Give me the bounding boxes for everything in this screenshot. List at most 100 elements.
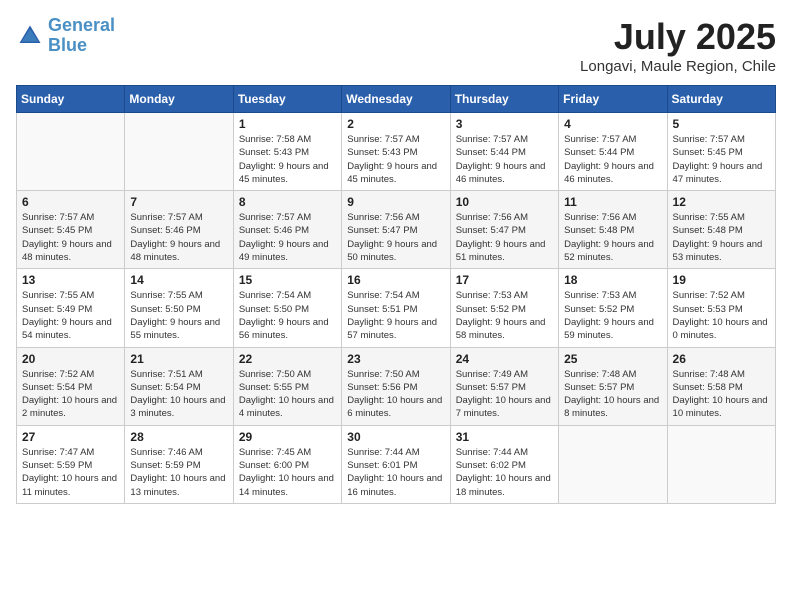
calendar-cell: 8Sunrise: 7:57 AM Sunset: 5:46 PM Daylig…: [233, 191, 341, 269]
calendar-cell: [125, 113, 233, 191]
logo-icon: [16, 22, 44, 50]
day-info: Sunrise: 7:44 AM Sunset: 6:02 PM Dayligh…: [456, 446, 553, 499]
calendar-cell: 28 Sunrise: 7:46 AM Sunset: 5:59 PM Dayli…: [125, 425, 233, 503]
day-number: 15: [239, 273, 336, 287]
calendar-cell: [667, 425, 775, 503]
calendar-week-row: 13 Sunrise: 7:55 AM Sunset: 5:49 PM Dayli…: [17, 269, 776, 347]
calendar-day-header: Tuesday: [233, 86, 341, 113]
calendar-cell: 11 Sunrise: 7:56 AM Sunset: 5:48 PM Dayli…: [559, 191, 667, 269]
title-area: July 2025 Longavi, Maule Region, Chile: [580, 16, 776, 75]
day-number: 13: [22, 273, 119, 287]
page-header: General Blue July 2025 Longavi, Maule Re…: [16, 16, 776, 75]
day-number: 29: [239, 430, 336, 444]
day-number: 23: [347, 352, 444, 366]
calendar-week-row: 6 Sunrise: 7:57 AM Sunset: 5:45 PM Daylig…: [17, 191, 776, 269]
month-title: July 2025: [580, 16, 776, 58]
day-info: Sunrise: 7:48 AM Sunset: 5:58 PM Dayligh…: [673, 368, 770, 421]
calendar-cell: 1 Sunrise: 7:58 AM Sunset: 5:43 PM Daylig…: [233, 113, 341, 191]
calendar-cell: 31Sunrise: 7:44 AM Sunset: 6:02 PM Dayli…: [450, 425, 558, 503]
day-number: 14: [130, 273, 227, 287]
day-info: Sunrise: 7:51 AM Sunset: 5:54 PM Dayligh…: [130, 368, 227, 421]
calendar-cell: 15 Sunrise: 7:54 AM Sunset: 5:50 PM Dayli…: [233, 269, 341, 347]
calendar-cell: 21 Sunrise: 7:51 AM Sunset: 5:54 PM Dayli…: [125, 347, 233, 425]
day-number: 3: [456, 117, 553, 131]
day-number: 27: [22, 430, 119, 444]
day-number: 20: [22, 352, 119, 366]
day-number: 17: [456, 273, 553, 287]
day-info: Sunrise: 7:45 AM Sunset: 6:00 PM Dayligh…: [239, 446, 336, 499]
calendar-week-row: 20 Sunrise: 7:52 AM Sunset: 5:54 PM Dayli…: [17, 347, 776, 425]
calendar-table: SundayMondayTuesdayWednesdayThursdayFrid…: [16, 85, 776, 504]
calendar-cell: 25Sunrise: 7:48 AM Sunset: 5:57 PM Dayli…: [559, 347, 667, 425]
calendar-cell: 3 Sunrise: 7:57 AM Sunset: 5:44 PM Daylig…: [450, 113, 558, 191]
day-info: Sunrise: 7:56 AM Sunset: 5:48 PM Dayligh…: [564, 211, 661, 264]
day-info: Sunrise: 7:55 AM Sunset: 5:48 PM Dayligh…: [673, 211, 770, 264]
day-number: 26: [673, 352, 770, 366]
calendar-cell: 23 Sunrise: 7:50 AM Sunset: 5:56 PM Dayli…: [342, 347, 450, 425]
day-info: Sunrise: 7:57 AM Sunset: 5:45 PM Dayligh…: [673, 133, 770, 186]
calendar-cell: 30 Sunrise: 7:44 AM Sunset: 6:01 PM Dayli…: [342, 425, 450, 503]
day-info: Sunrise: 7:46 AM Sunset: 5:59 PM Dayligh…: [130, 446, 227, 499]
day-number: 4: [564, 117, 661, 131]
day-info: Sunrise: 7:56 AM Sunset: 5:47 PM Dayligh…: [347, 211, 444, 264]
day-number: 28: [130, 430, 227, 444]
calendar-cell: 4 Sunrise: 7:57 AM Sunset: 5:44 PM Daylig…: [559, 113, 667, 191]
calendar-day-header: Thursday: [450, 86, 558, 113]
day-info: Sunrise: 7:50 AM Sunset: 5:56 PM Dayligh…: [347, 368, 444, 421]
calendar-cell: 6 Sunrise: 7:57 AM Sunset: 5:45 PM Daylig…: [17, 191, 125, 269]
day-number: 19: [673, 273, 770, 287]
day-info: Sunrise: 7:54 AM Sunset: 5:50 PM Dayligh…: [239, 289, 336, 342]
day-number: 16: [347, 273, 444, 287]
day-info: Sunrise: 7:58 AM Sunset: 5:43 PM Dayligh…: [239, 133, 336, 186]
day-number: 24: [456, 352, 553, 366]
calendar-cell: 9 Sunrise: 7:56 AM Sunset: 5:47 PM Daylig…: [342, 191, 450, 269]
day-info: Sunrise: 7:54 AM Sunset: 5:51 PM Dayligh…: [347, 289, 444, 342]
calendar-day-header: Wednesday: [342, 86, 450, 113]
day-number: 12: [673, 195, 770, 209]
calendar-cell: 12 Sunrise: 7:55 AM Sunset: 5:48 PM Dayli…: [667, 191, 775, 269]
day-info: Sunrise: 7:57 AM Sunset: 5:44 PM Dayligh…: [456, 133, 553, 186]
day-number: 9: [347, 195, 444, 209]
calendar-day-header: Saturday: [667, 86, 775, 113]
day-number: 6: [22, 195, 119, 209]
day-info: Sunrise: 7:57 AM Sunset: 5:46 PM Dayligh…: [130, 211, 227, 264]
day-info: Sunrise: 7:57 AM Sunset: 5:46 PM Dayligh…: [239, 211, 336, 264]
day-info: Sunrise: 7:53 AM Sunset: 5:52 PM Dayligh…: [456, 289, 553, 342]
calendar-cell: 5 Sunrise: 7:57 AM Sunset: 5:45 PM Daylig…: [667, 113, 775, 191]
day-info: Sunrise: 7:57 AM Sunset: 5:45 PM Dayligh…: [22, 211, 119, 264]
day-info: Sunrise: 7:55 AM Sunset: 5:50 PM Dayligh…: [130, 289, 227, 342]
day-info: Sunrise: 7:47 AM Sunset: 5:59 PM Dayligh…: [22, 446, 119, 499]
calendar-week-row: 27 Sunrise: 7:47 AM Sunset: 5:59 PM Dayli…: [17, 425, 776, 503]
day-info: Sunrise: 7:52 AM Sunset: 5:54 PM Dayligh…: [22, 368, 119, 421]
calendar-cell: 7 Sunrise: 7:57 AM Sunset: 5:46 PM Daylig…: [125, 191, 233, 269]
day-number: 10: [456, 195, 553, 209]
logo: General Blue: [16, 16, 115, 56]
calendar-cell: 10 Sunrise: 7:56 AM Sunset: 5:47 PM Dayli…: [450, 191, 558, 269]
calendar-day-header: Monday: [125, 86, 233, 113]
day-info: Sunrise: 7:57 AM Sunset: 5:44 PM Dayligh…: [564, 133, 661, 186]
day-number: 21: [130, 352, 227, 366]
day-info: Sunrise: 7:55 AM Sunset: 5:49 PM Dayligh…: [22, 289, 119, 342]
calendar-week-row: 1 Sunrise: 7:58 AM Sunset: 5:43 PM Daylig…: [17, 113, 776, 191]
day-number: 1: [239, 117, 336, 131]
calendar-cell: 2Sunrise: 7:57 AM Sunset: 5:43 PM Daylig…: [342, 113, 450, 191]
day-number: 30: [347, 430, 444, 444]
calendar-cell: 26 Sunrise: 7:48 AM Sunset: 5:58 PM Dayli…: [667, 347, 775, 425]
calendar-cell: 22Sunrise: 7:50 AM Sunset: 5:55 PM Dayli…: [233, 347, 341, 425]
calendar-cell: 29 Sunrise: 7:45 AM Sunset: 6:00 PM Dayli…: [233, 425, 341, 503]
calendar-cell: 24 Sunrise: 7:49 AM Sunset: 5:57 PM Dayli…: [450, 347, 558, 425]
day-number: 18: [564, 273, 661, 287]
calendar-cell: 18Sunrise: 7:53 AM Sunset: 5:52 PM Dayli…: [559, 269, 667, 347]
day-number: 5: [673, 117, 770, 131]
calendar-body: 1 Sunrise: 7:58 AM Sunset: 5:43 PM Daylig…: [17, 113, 776, 504]
calendar-cell: 17 Sunrise: 7:53 AM Sunset: 5:52 PM Dayli…: [450, 269, 558, 347]
day-info: Sunrise: 7:44 AM Sunset: 6:01 PM Dayligh…: [347, 446, 444, 499]
calendar-cell: 27 Sunrise: 7:47 AM Sunset: 5:59 PM Dayli…: [17, 425, 125, 503]
day-number: 11: [564, 195, 661, 209]
day-info: Sunrise: 7:56 AM Sunset: 5:47 PM Dayligh…: [456, 211, 553, 264]
day-info: Sunrise: 7:52 AM Sunset: 5:53 PM Dayligh…: [673, 289, 770, 342]
day-info: Sunrise: 7:49 AM Sunset: 5:57 PM Dayligh…: [456, 368, 553, 421]
day-number: 7: [130, 195, 227, 209]
calendar-cell: 16 Sunrise: 7:54 AM Sunset: 5:51 PM Dayli…: [342, 269, 450, 347]
calendar-cell: 20 Sunrise: 7:52 AM Sunset: 5:54 PM Dayli…: [17, 347, 125, 425]
